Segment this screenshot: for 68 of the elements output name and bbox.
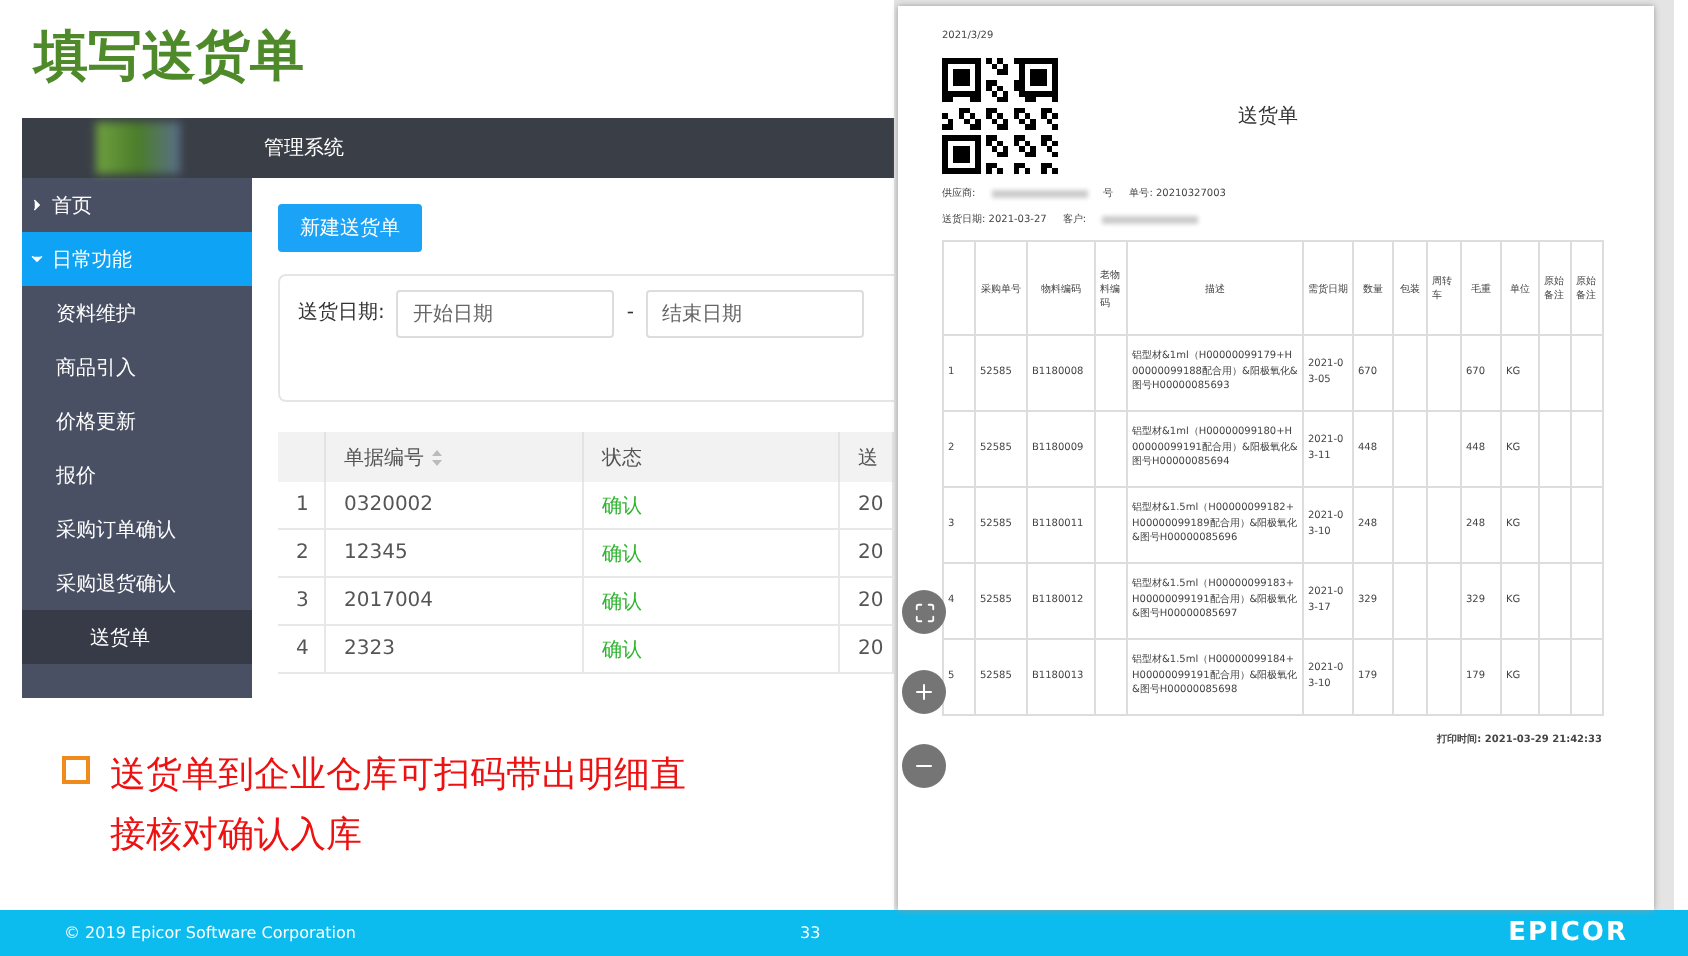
sidebar-item[interactable]: 资料维护 (22, 286, 252, 340)
table-cell (1572, 412, 1604, 488)
sidebar-item[interactable]: 送货单 (22, 610, 252, 664)
status-cell: 确认 (584, 482, 840, 530)
table-cell (1394, 336, 1428, 412)
table-cell (1540, 336, 1572, 412)
header-cell (278, 432, 326, 482)
table-cell: 2017004 (326, 578, 584, 626)
table-cell (1540, 412, 1572, 488)
qr-code-icon (942, 58, 1058, 174)
table-cell (1394, 488, 1428, 564)
copyright-text: © 2019 Epicor Software Corporation (64, 924, 356, 942)
table-cell (1428, 336, 1462, 412)
table-cell (1428, 412, 1462, 488)
range-separator: - (626, 300, 634, 328)
header-cell: 单据编号 (326, 432, 584, 482)
table-cell: 2 (278, 530, 326, 578)
sidebar-item[interactable]: 采购订单确认 (22, 502, 252, 556)
table-cell (1096, 564, 1128, 640)
slide-title: 填写送货单 (34, 24, 306, 92)
zoom-in-icon (912, 680, 936, 704)
table-cell: 2323 (326, 626, 584, 674)
sidebar-item[interactable]: 价格更新 (22, 394, 252, 448)
sidebar-item[interactable]: 采购退货确认 (22, 556, 252, 610)
sidebar-item[interactable]: 首页 (22, 178, 252, 232)
table-cell: 3 (278, 578, 326, 626)
end-date-field[interactable]: 结束日期 (645, 290, 864, 338)
redacted-text (991, 189, 1088, 197)
table-cell (1572, 564, 1604, 640)
table-cell (1540, 488, 1572, 564)
document-title: 送货单 (1238, 103, 1298, 130)
table-cell (1572, 640, 1604, 716)
bullet-icon (62, 756, 90, 784)
table-cell (1394, 564, 1428, 640)
table-cell (1540, 640, 1572, 716)
table-cell (1096, 336, 1128, 412)
table-cell (1428, 564, 1462, 640)
header-cell: 送 (840, 432, 894, 482)
table-cell (1572, 336, 1604, 412)
table-cell (1428, 488, 1462, 564)
table-cell: 12345 (326, 530, 584, 578)
status-cell: 确认 (584, 530, 840, 578)
table-cell (1096, 640, 1128, 716)
table-cell: 4 (278, 626, 326, 674)
table-cell: 1 (278, 482, 326, 530)
app-title: 管理系统 (264, 135, 344, 162)
table-cell (1394, 412, 1428, 488)
bullet-text: 送货单到企业仓库可扫码带出明细直接核对确认入库 (110, 752, 688, 860)
redacted-text (1102, 215, 1199, 223)
sidebar-item[interactable]: 商品引入 (22, 340, 252, 394)
fullscreen-icon (913, 601, 935, 623)
table-cell (1540, 564, 1572, 640)
sort-icon (432, 449, 442, 465)
table-cell (1572, 488, 1604, 564)
table-cell: 0320002 (326, 482, 584, 530)
header-cell: 状态 (584, 432, 840, 482)
brand-logo: EPICOR (1508, 918, 1628, 948)
table-cell (1394, 640, 1428, 716)
start-date-field[interactable]: 开始日期 (396, 290, 615, 338)
logo-placeholder (95, 122, 179, 174)
status-cell: 确认 (584, 626, 840, 674)
status-cell: 确认 (584, 578, 840, 626)
sidebar-item[interactable]: 报价 (22, 448, 252, 502)
page-number: 33 (800, 924, 821, 942)
table-cell (1096, 412, 1128, 488)
table-cell (1428, 640, 1462, 716)
table-cell (1096, 488, 1128, 564)
date-label: 送货日期: (298, 299, 385, 328)
